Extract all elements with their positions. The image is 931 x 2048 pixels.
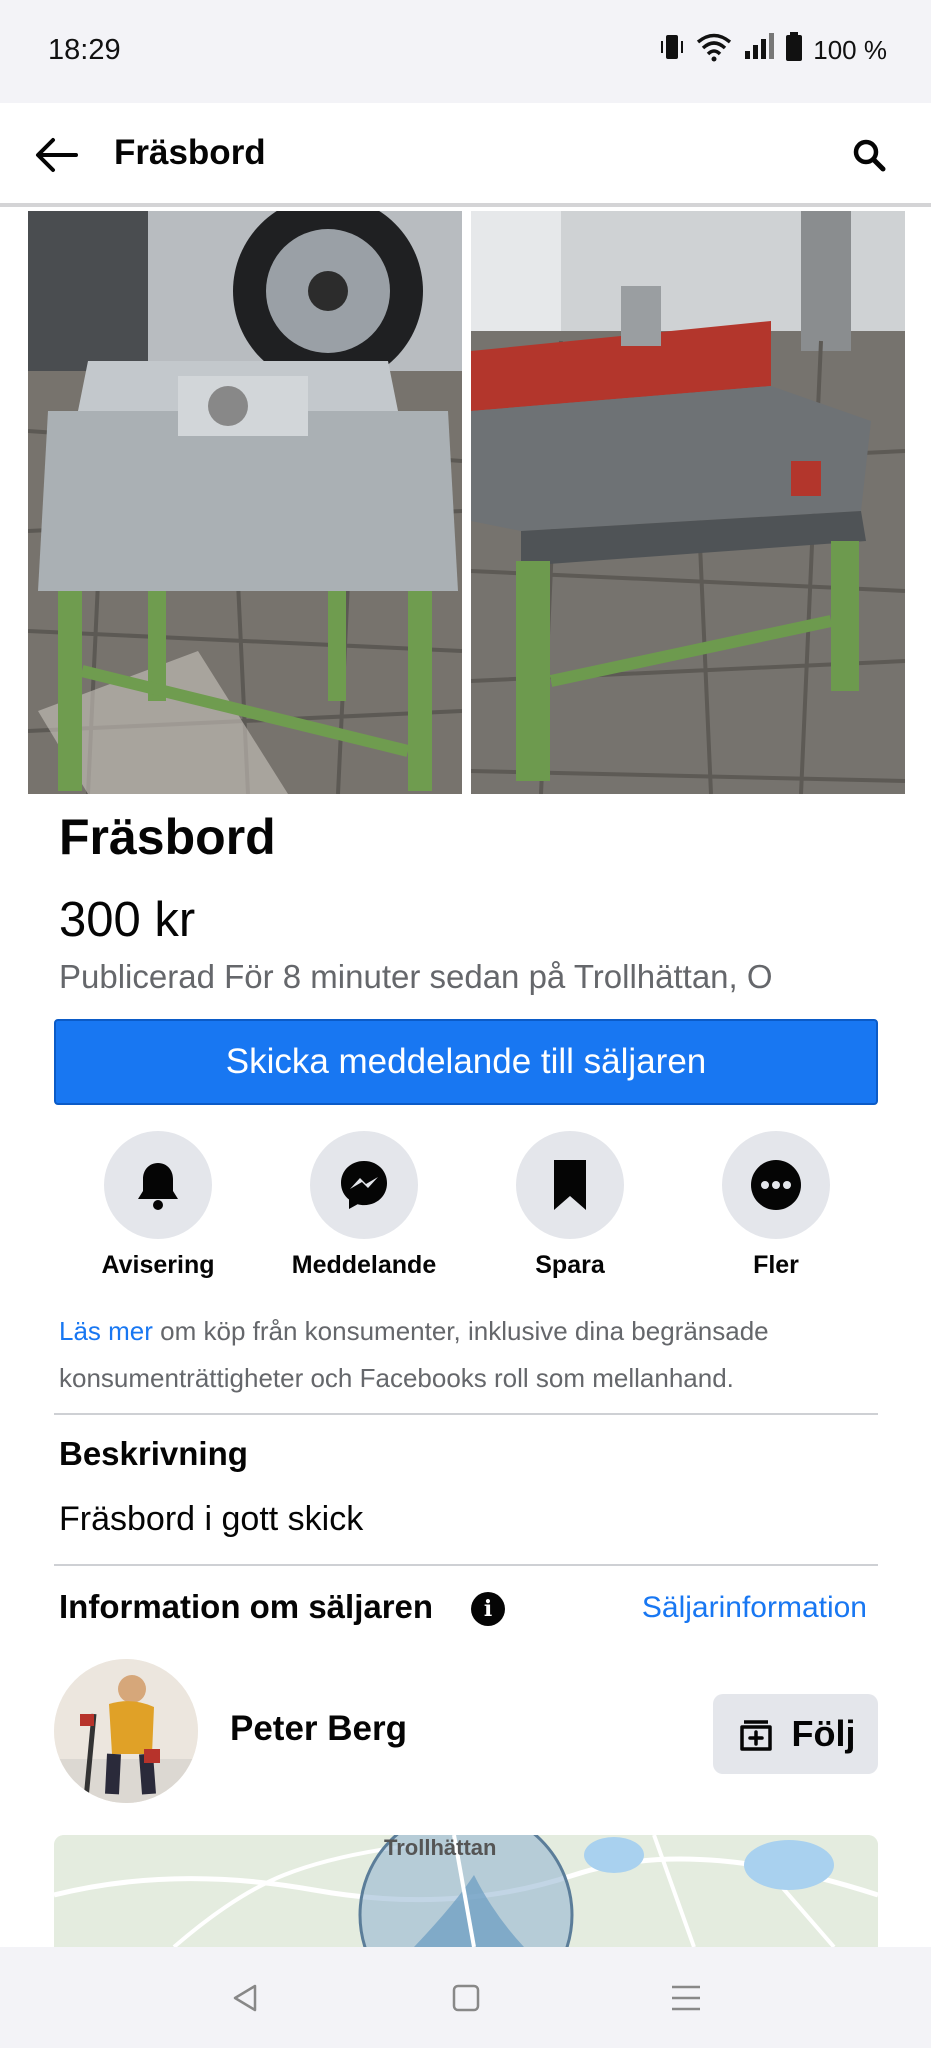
listing-title: Fräsbord [59,809,276,865]
divider [54,1564,878,1566]
signal-icon [743,33,775,68]
search-icon [853,139,886,172]
follow-button[interactable]: Följ [713,1694,878,1774]
send-message-button[interactable]: Skicka meddelande till säljaren [54,1019,878,1105]
follow-icon [739,1720,772,1751]
back-button[interactable] [28,127,84,183]
status-time: 18:29 [48,34,121,66]
battery-icon [785,32,803,69]
description-text: Fräsbord i gott skick [59,1500,364,1538]
save-label: Spara [535,1251,605,1279]
battery-percent: 100 % [813,35,887,65]
messenger-icon [341,1161,387,1209]
menu-icon [672,1985,700,2011]
status-icons: 100 % [659,32,887,69]
more-circle [722,1131,830,1239]
vibrate-icon [659,32,685,69]
message-circle [310,1131,418,1239]
follow-label: Följ [791,1713,856,1754]
triangle-back-icon [233,1984,257,2012]
wifi-icon [695,32,733,69]
notify-label: Avisering [101,1251,215,1279]
read-more-link[interactable]: Läs mer [59,1316,153,1346]
location-map[interactable]: Trollhättan [54,1835,878,1947]
save-button[interactable]: Spara [470,1131,670,1280]
nav-home-button[interactable] [441,1973,491,2023]
more-label: Fler [753,1251,799,1279]
search-button[interactable] [841,127,897,183]
listing-price: 300 kr [59,893,196,947]
square-home-icon [452,1984,480,2012]
description-heading: Beskrivning [59,1435,248,1472]
notify-button[interactable]: Avisering [58,1131,258,1280]
more-button[interactable]: Fler [676,1131,876,1280]
bookmark-icon [554,1160,586,1210]
listing-photo-2[interactable] [471,211,905,794]
info-icon[interactable]: i [471,1592,505,1626]
action-row: Avisering Meddelande Spara Fler [0,1131,931,1291]
avatar[interactable] [54,1659,198,1803]
nav-menu-button[interactable] [661,1973,711,2023]
seller-name[interactable]: Peter Berg [230,1709,407,1749]
app-bar-title: Fräsbord [114,133,266,172]
status-bar: 18:29 100 % [0,0,931,103]
message-button[interactable]: Meddelande [264,1131,464,1280]
notice-text: om köp från konsumenter, inklusive dina … [59,1316,769,1393]
listing-published: Publicerad För 8 minuter sedan på Trollh… [59,958,773,995]
seller-heading: Information om säljaren [59,1588,434,1625]
nav-back-button[interactable] [220,1973,270,2023]
message-label: Meddelande [291,1251,437,1279]
divider [54,1413,878,1415]
more-icon [751,1160,801,1210]
arrow-left-icon [36,138,78,172]
notify-circle [104,1131,212,1239]
app-bar: Fräsbord [0,103,931,207]
listing-photo-1[interactable] [28,211,462,794]
save-circle [516,1131,624,1239]
bell-icon [138,1163,178,1210]
map-label: Trollhättan [384,1835,497,1860]
consumer-notice: Läs mer om köp från konsumenter, inklusi… [59,1308,879,1402]
system-nav-bar [0,1947,931,2048]
seller-info-link[interactable]: Säljarinformation [642,1591,867,1625]
